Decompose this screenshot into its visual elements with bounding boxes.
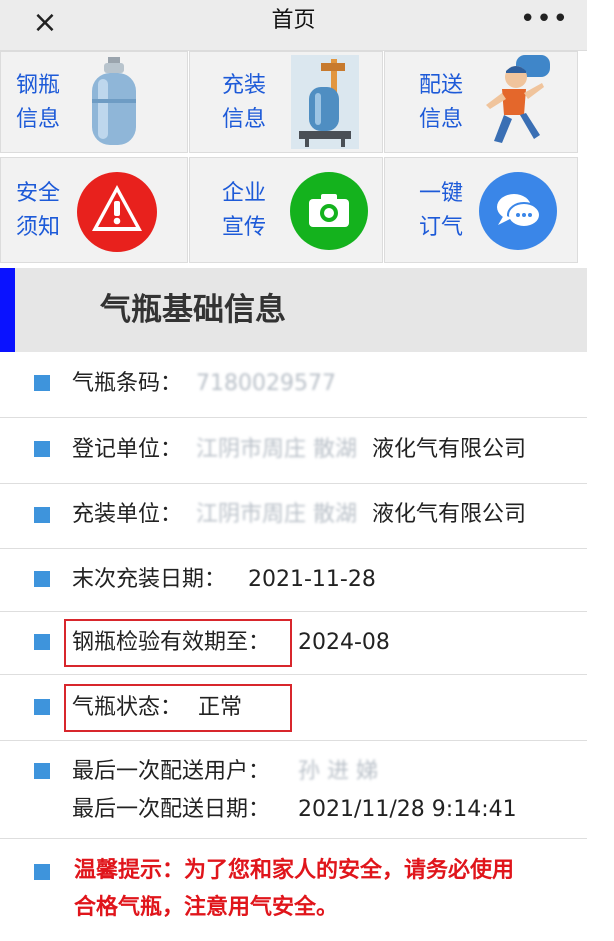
tile-label: 配送 信息 bbox=[419, 69, 479, 137]
tile-label: 企业 宣传 bbox=[222, 177, 282, 245]
bullet-square bbox=[34, 571, 50, 587]
more-options-icon[interactable]: ••• bbox=[520, 6, 568, 36]
tile-label-line2: 信息 bbox=[419, 107, 464, 132]
last-delivery-user-value: 孙 进 娣 bbox=[298, 759, 378, 784]
tile-label: 充装 信息 bbox=[222, 69, 282, 137]
tile-label-line2: 宣传 bbox=[222, 215, 267, 240]
info-row-filling-unit: 充装单位： 江阴市周庄 散湖 液化气有限公司 bbox=[0, 484, 587, 549]
barcode-value: 7180029577 bbox=[196, 371, 336, 396]
tile-cylinder-info[interactable]: 钢瓶 信息 bbox=[0, 51, 188, 153]
bullet-square bbox=[34, 634, 50, 650]
tile-one-click-order[interactable]: 一键 订气 bbox=[384, 157, 578, 263]
tile-label-line1: 安全 bbox=[16, 181, 61, 206]
tile-label-line2: 信息 bbox=[222, 107, 267, 132]
filling-unit-value: 液化气有限公司 bbox=[372, 502, 527, 527]
section-header: 气瓶基础信息 bbox=[0, 268, 587, 352]
info-row-cylinder-status: 气瓶状态： 正常 bbox=[0, 675, 587, 741]
info-row-register-unit: 登记单位： 江阴市周庄 散湖 液化气有限公司 bbox=[0, 418, 587, 484]
bullet-square bbox=[34, 375, 50, 391]
tile-label-line1: 钢瓶 bbox=[16, 73, 61, 98]
section-accent-bar bbox=[0, 268, 15, 352]
filling-scale-icon bbox=[291, 55, 359, 149]
bullet-square bbox=[34, 699, 50, 715]
register-unit-value-blurred: 江阴市周庄 散湖 bbox=[196, 437, 357, 462]
bullet-square bbox=[34, 507, 50, 523]
info-row-inspection-validity: 钢瓶检验有效期至： 2024-08 bbox=[0, 612, 587, 675]
delivery-man-icon bbox=[486, 55, 550, 143]
tile-label: 一键 订气 bbox=[419, 177, 479, 245]
last-delivery-date-value: 2021/11/28 9:14:41 bbox=[298, 797, 517, 822]
chat-bubble-icon bbox=[479, 172, 557, 250]
status-label: 气瓶状态： bbox=[72, 695, 183, 720]
tile-label-line2: 信息 bbox=[16, 107, 61, 132]
info-row-last-delivery: 最后一次配送用户： 孙 进 娣 最后一次配送日期： 2021/11/28 9:1… bbox=[0, 741, 587, 839]
camera-icon bbox=[290, 172, 368, 250]
tile-label: 安全 须知 bbox=[16, 177, 76, 245]
register-unit-label: 登记单位： bbox=[72, 437, 183, 462]
info-row-barcode: 气瓶条码： 7180029577 bbox=[0, 352, 587, 418]
gas-cylinder-icon bbox=[92, 57, 136, 145]
page-title: 首页 bbox=[271, 8, 316, 33]
last-fill-date-value: 2021-11-28 bbox=[248, 567, 376, 592]
warning-icon bbox=[77, 172, 157, 252]
tile-label-line1: 一键 bbox=[419, 181, 464, 206]
tile-safety-notice[interactable]: 安全 须知 bbox=[0, 157, 188, 263]
tile-label-line1: 充装 bbox=[222, 73, 267, 98]
warm-tip-line1: 温馨提示：为了您和家人的安全，请务必使用 bbox=[74, 858, 515, 883]
inspection-label: 钢瓶检验有效期至： bbox=[72, 630, 271, 655]
tile-filling-info[interactable]: 充装 信息 bbox=[189, 51, 383, 153]
tile-label-line1: 企业 bbox=[222, 181, 267, 206]
bullet-square bbox=[34, 763, 50, 779]
tile-company-promo[interactable]: 企业 宣传 bbox=[189, 157, 383, 263]
top-bar: × 首页 ••• bbox=[0, 0, 587, 51]
section-title: 气瓶基础信息 bbox=[100, 292, 286, 328]
tile-delivery-info[interactable]: 配送 信息 bbox=[384, 51, 578, 153]
inspection-value: 2024-08 bbox=[298, 630, 390, 655]
tile-label-line2: 须知 bbox=[16, 215, 61, 240]
last-fill-date-label: 末次充装日期： bbox=[72, 567, 227, 592]
last-delivery-date-label: 最后一次配送日期： bbox=[72, 797, 271, 822]
info-row-last-fill-date: 末次充装日期： 2021-11-28 bbox=[0, 549, 587, 612]
tile-label: 钢瓶 信息 bbox=[16, 69, 76, 137]
warm-tip-line2: 合格气瓶，注意用气安全。 bbox=[74, 895, 339, 920]
barcode-label: 气瓶条码： bbox=[72, 371, 183, 396]
bullet-square bbox=[34, 441, 50, 457]
register-unit-value: 液化气有限公司 bbox=[372, 437, 527, 462]
bullet-square bbox=[34, 864, 50, 880]
filling-unit-value-blurred: 江阴市周庄 散湖 bbox=[196, 502, 357, 527]
filling-unit-label: 充装单位： bbox=[72, 502, 183, 527]
warm-tip: 温馨提示：为了您和家人的安全，请务必使用 合格气瓶，注意用气安全。 bbox=[74, 852, 584, 926]
tile-label-line1: 配送 bbox=[419, 73, 464, 98]
status-value: 正常 bbox=[198, 695, 243, 720]
tile-label-line2: 订气 bbox=[419, 215, 464, 240]
last-delivery-user-label: 最后一次配送用户： bbox=[72, 759, 271, 784]
